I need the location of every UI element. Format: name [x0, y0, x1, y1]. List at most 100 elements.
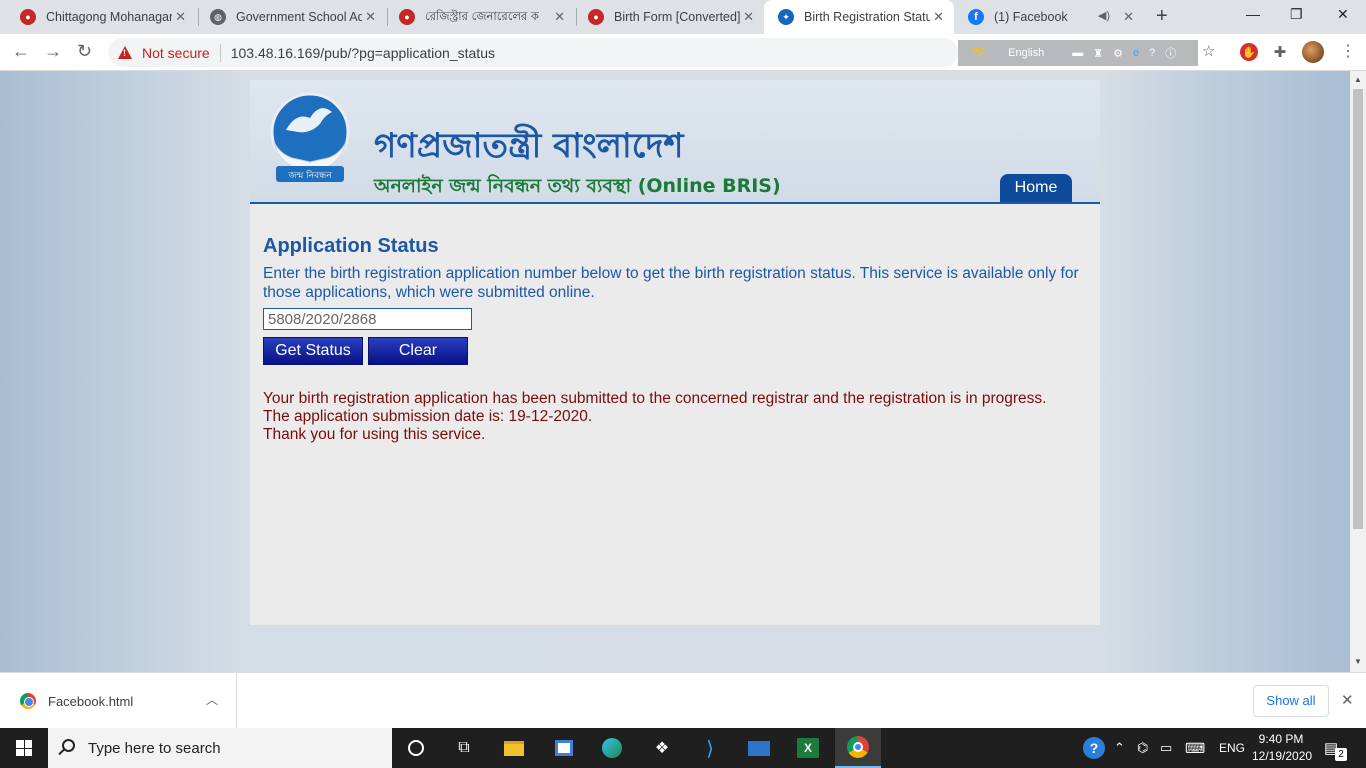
battery-icon[interactable]: ▭	[1160, 728, 1172, 768]
tab-facebook[interactable]: f (1) Facebook ◀) ✕	[954, 0, 1144, 34]
section-title: Application Status	[263, 235, 439, 257]
url-text[interactable]: 103.48.16.169/pub/?pg=application_status	[231, 45, 495, 61]
home-link[interactable]: Home	[1000, 174, 1072, 202]
scroll-down-icon[interactable]: ▼	[1354, 657, 1362, 666]
windows-logo-icon	[16, 740, 32, 756]
search-placeholder: Type here to search	[88, 739, 221, 757]
keyboard-icon[interactable]: ⌨	[1185, 728, 1205, 768]
tab-birth-registration-status[interactable]: ✦ Birth Registration Status ✕	[764, 0, 954, 34]
info-icon[interactable]: ⓘ	[1165, 45, 1176, 61]
bangla-keyboard-icon[interactable]: অ	[972, 41, 984, 65]
address-bar[interactable]: Not secure 103.48.16.169/pub/?pg=applica…	[108, 38, 958, 67]
tab-title: Government School Ad	[236, 10, 362, 24]
clear-button[interactable]: Clear	[368, 337, 468, 365]
minimize-button[interactable]: —	[1246, 6, 1260, 22]
help-icon[interactable]: ?	[1149, 47, 1155, 59]
scrollbar-thumb[interactable]	[1353, 89, 1363, 529]
bris-icon: ✦	[778, 9, 794, 25]
close-icon[interactable]: ✕	[365, 9, 376, 25]
back-button[interactable]: ←	[12, 41, 30, 62]
profile-avatar[interactable]	[1302, 41, 1324, 63]
extension-toolbar: অ English ▬ ♜ ⚙ e ? ⓘ	[958, 40, 1198, 66]
window-close-button[interactable]: ✕	[1337, 6, 1349, 23]
language-selector[interactable]: English	[1008, 47, 1044, 59]
instructions-text: Enter the birth registration application…	[263, 265, 1079, 301]
mail-icon[interactable]	[747, 736, 771, 760]
bd-gov-icon: ●	[399, 9, 415, 25]
result-line: Thank you for using this service.	[263, 426, 486, 443]
page-viewport: জন্ম নিবন্ধন গণপ্রজাতন্ত্রী বাংলাদেশ অনল…	[0, 71, 1350, 672]
dropbox-icon[interactable]: ❖	[650, 736, 674, 760]
tab-registrar-general[interactable]: ● রেজিস্ট্রার জেনারেলের ক ✕	[385, 0, 575, 34]
extension-icon[interactable]: ▬	[1072, 47, 1083, 59]
edge-icon[interactable]	[600, 736, 624, 760]
taskbar-search[interactable]: Type here to search	[48, 728, 392, 768]
new-tab-button[interactable]: +	[1156, 5, 1168, 28]
application-status-section: Application Status Enter the birth regis…	[263, 235, 1093, 444]
visual-studio-code-icon[interactable]: ⟩	[698, 736, 722, 760]
close-icon[interactable]: ✕	[1123, 9, 1134, 25]
bookmark-star-icon[interactable]: ☆	[1202, 42, 1215, 60]
close-icon[interactable]: ✕	[554, 9, 565, 25]
bd-gov-icon: ●	[588, 9, 604, 25]
page-scrollbar[interactable]: ▲ ▼	[1350, 71, 1366, 672]
bris-page: জন্ম নিবন্ধন গণপ্রজাতন্ত্রী বাংলাদেশ অনল…	[250, 80, 1100, 625]
tab-title: Chittagong Mohanagar	[46, 10, 172, 24]
chrome-icon	[20, 693, 36, 709]
help-tray-icon[interactable]: ?	[1082, 736, 1106, 760]
show-all-button[interactable]: Show all	[1253, 685, 1329, 717]
browser-toolbar: ← → ↻ Not secure 103.48.16.169/pub/?pg=a…	[0, 34, 1366, 71]
status-result: Your birth registration application has …	[263, 390, 1093, 444]
forward-button[interactable]: →	[44, 41, 62, 62]
get-status-button[interactable]: Get Status	[263, 337, 363, 365]
download-bar: Facebook.html ︿ Show all ✕	[0, 672, 1366, 729]
chevron-up-icon[interactable]: ︿	[206, 691, 218, 708]
tab-birth-form[interactable]: ● Birth Form [Converted] ✕	[574, 0, 764, 34]
close-icon[interactable]: ✕	[743, 9, 754, 25]
task-view-icon[interactable]: ⧉	[452, 736, 476, 760]
system-clock[interactable]: 9:40 PM 12/19/2020	[1252, 731, 1312, 765]
site-subtitle: অনলাইন জন্ম নিবন্ধন তথ্য ব্যবস্থা (Onlin…	[374, 175, 781, 197]
chrome-taskbar-button[interactable]	[835, 728, 881, 768]
file-explorer-icon[interactable]	[502, 736, 526, 760]
restore-button[interactable]: ❐	[1290, 6, 1303, 23]
close-icon[interactable]: ✕	[933, 9, 944, 25]
security-label[interactable]: Not secure	[142, 45, 210, 61]
excel-icon[interactable]: X	[796, 736, 820, 760]
reload-button[interactable]: ↻	[77, 41, 92, 62]
facebook-icon: f	[968, 9, 984, 25]
cortana-icon[interactable]	[404, 736, 428, 760]
language-indicator[interactable]: ENG	[1219, 728, 1245, 768]
edge-icon[interactable]: e	[1133, 47, 1139, 59]
warning-icon	[118, 46, 132, 59]
clock-time: 9:40 PM	[1258, 732, 1304, 746]
application-number-input[interactable]	[263, 308, 472, 330]
show-hidden-icons[interactable]: ⌃	[1114, 728, 1125, 768]
extensions-puzzle-icon[interactable]: ✚	[1271, 43, 1289, 61]
button-row: Get Status Clear	[263, 337, 1093, 365]
start-button[interactable]	[0, 728, 48, 768]
extension-icon[interactable]: ♜	[1093, 47, 1103, 60]
adblock-icon[interactable]: ✋	[1240, 43, 1258, 61]
tab-government-school[interactable]: ◍ Government School Ad ✕	[196, 0, 386, 34]
result-line: Your birth registration application has …	[263, 390, 1047, 407]
browser-menu-icon[interactable]: ⋮	[1340, 41, 1356, 61]
scroll-up-icon[interactable]: ▲	[1354, 75, 1362, 84]
download-item[interactable]: Facebook.html ︿	[0, 673, 237, 729]
notification-count: 2	[1335, 748, 1347, 761]
windows-taskbar: Type here to search ⧉ ❖ ⟩ X ? ⌃ ⌬ ▭ ⌨ EN…	[0, 728, 1366, 768]
close-icon[interactable]: ✕	[1341, 691, 1354, 709]
settings-icon[interactable]: ⚙	[1113, 47, 1123, 60]
logo-text: জন্ম নিবন্ধন	[287, 170, 332, 181]
result-line: The application submission date is: 19-1…	[263, 408, 593, 425]
site-header: জন্ম নিবন্ধন গণপ্রজাতন্ত্রী বাংলাদেশ অনল…	[250, 80, 1100, 204]
download-file-name: Facebook.html	[48, 693, 134, 709]
tab-title: (1) Facebook	[994, 10, 1068, 24]
close-icon[interactable]: ✕	[175, 9, 186, 25]
speaker-icon[interactable]: ◀)	[1098, 9, 1110, 22]
tab-chittagong[interactable]: ● Chittagong Mohanagar ✕	[6, 0, 196, 34]
bd-gov-icon: ●	[20, 9, 36, 25]
network-icon[interactable]: ⌬	[1137, 728, 1148, 768]
tab-title: Birth Registration Status	[804, 10, 930, 24]
store-icon[interactable]	[552, 736, 576, 760]
